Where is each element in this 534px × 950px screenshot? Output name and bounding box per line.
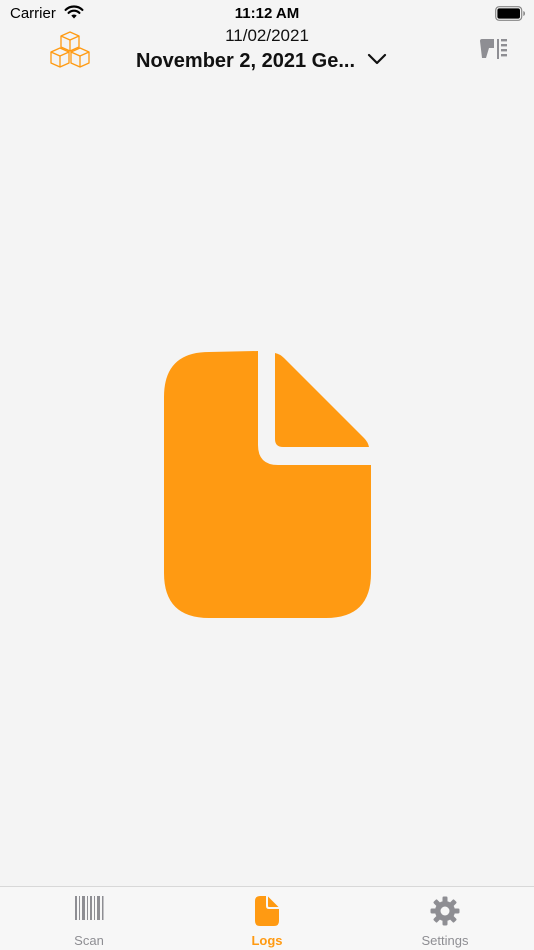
- gear-icon: [429, 895, 461, 927]
- tab-bar: Scan Logs Settings: [0, 886, 534, 950]
- barcode-scanner-button[interactable]: [478, 36, 510, 64]
- title-dropdown[interactable]: November 2, 2021 Ge...: [130, 48, 400, 74]
- barcode-icon: [73, 895, 105, 927]
- nav-date: 11/02/2021: [225, 26, 309, 45]
- tab-scan-label: Scan: [74, 933, 104, 948]
- document-icon: [254, 895, 280, 927]
- status-bar: Carrier 11:12 AM: [0, 0, 534, 28]
- tab-logs[interactable]: Logs: [207, 887, 327, 950]
- tab-logs-label: Logs: [251, 933, 283, 948]
- status-time: 11:12 AM: [234, 5, 300, 22]
- barcode-scanner-icon: [478, 39, 510, 68]
- nav-title: November 2, 2021 Ge...: [136, 49, 356, 72]
- tab-settings-label: Settings: [421, 933, 469, 948]
- tab-scan[interactable]: Scan: [29, 887, 149, 950]
- chevron-down-icon: [367, 52, 387, 70]
- navigation-bar: 11/02/2021 November 2, 2021 Ge...: [0, 26, 534, 78]
- battery-icon: [495, 6, 526, 26]
- boxes-icon: [46, 31, 94, 77]
- empty-state-document-icon: [163, 351, 372, 619]
- app-screen: Carrier 11:12 AM 11/02/2021 November 2, …: [0, 0, 534, 950]
- tab-settings[interactable]: Settings: [385, 887, 505, 950]
